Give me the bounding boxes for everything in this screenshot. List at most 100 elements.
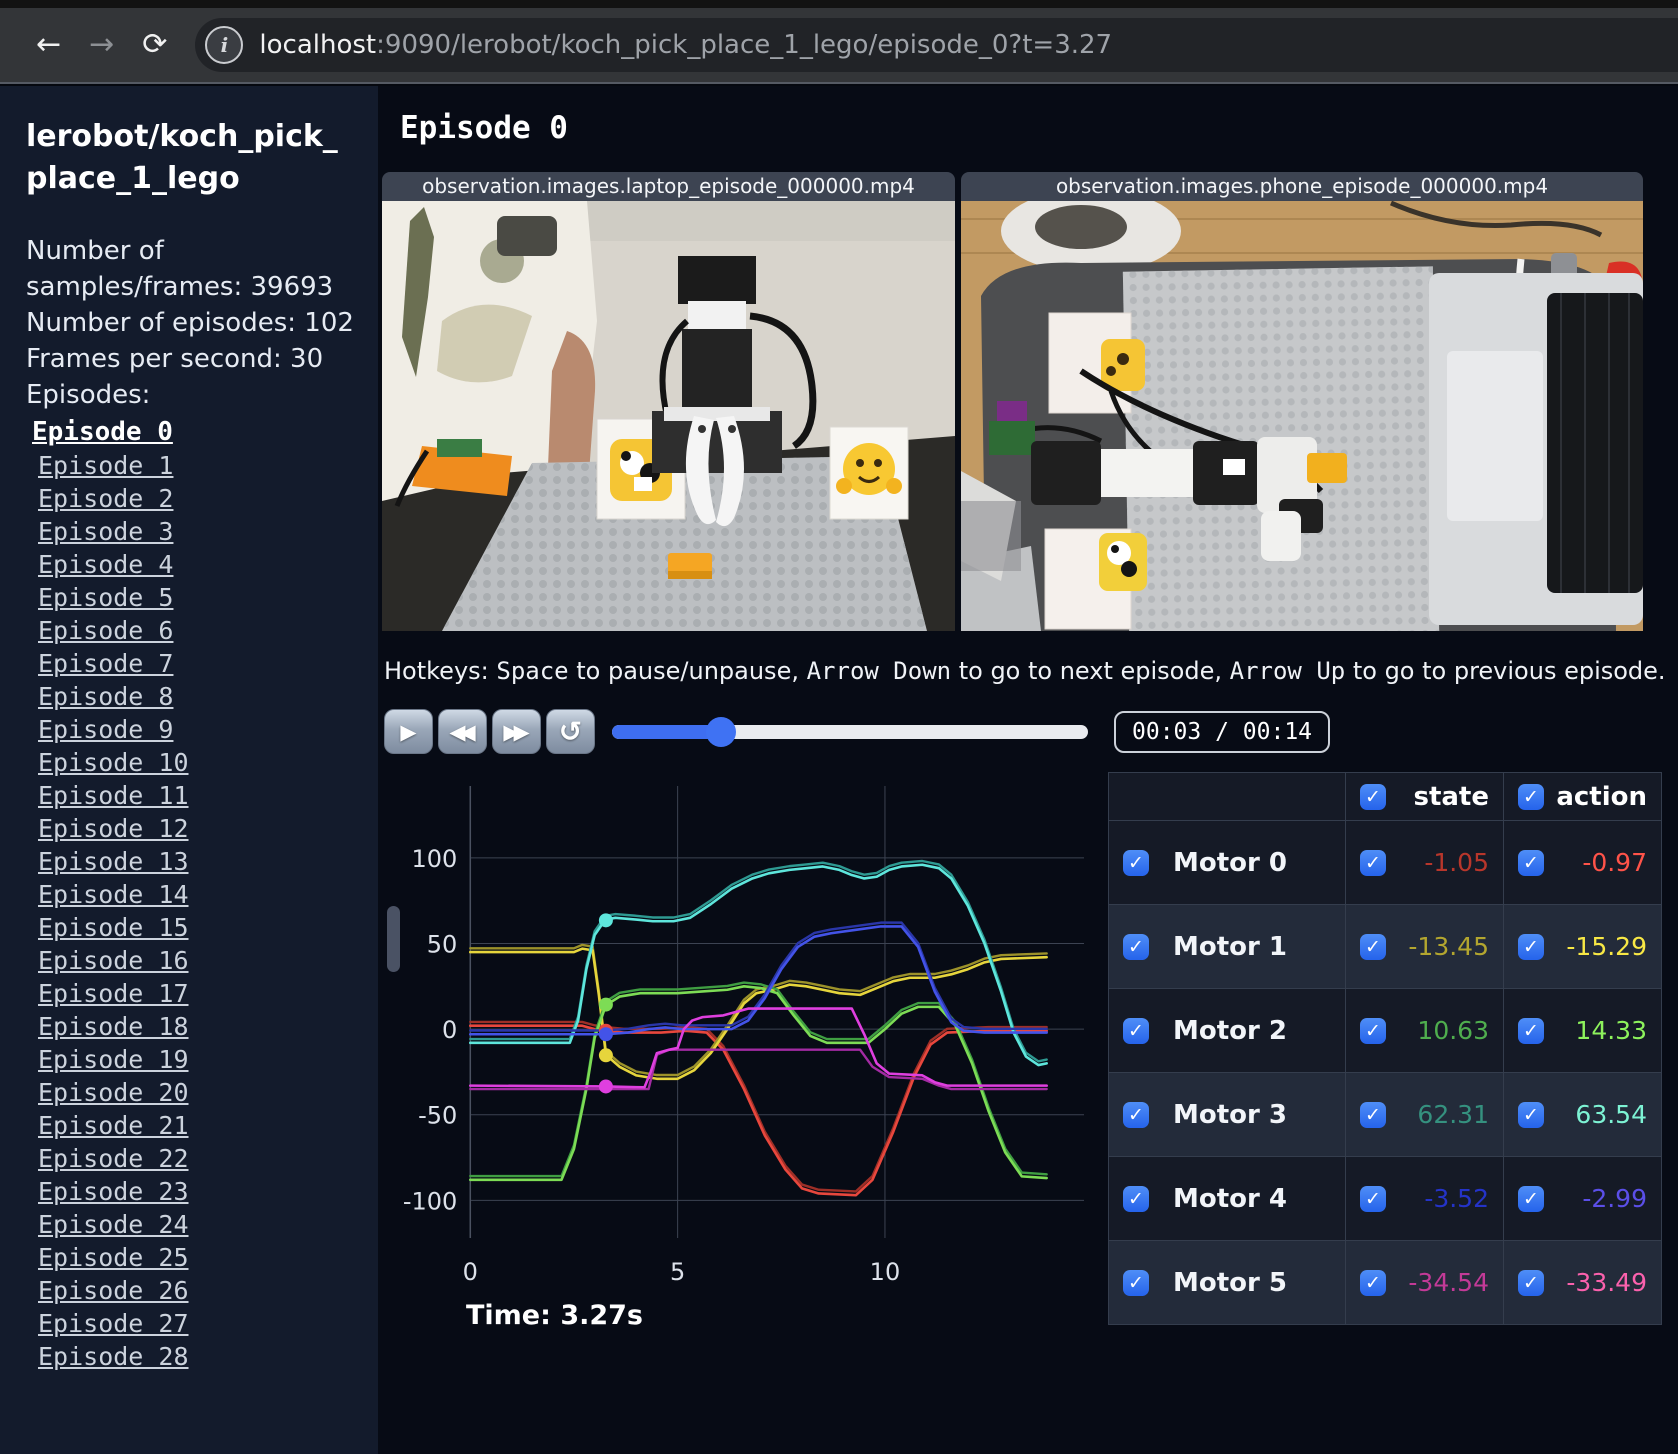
video-phone-camera[interactable]: observation.images.phone_episode_000000.… xyxy=(961,172,1643,631)
motor-chart-svg: 100 50 0 -50 -100 0 5 10 Time: 3.27s xyxy=(403,786,1084,1331)
site-info-icon[interactable]: i xyxy=(205,26,244,64)
action-header-label: action xyxy=(1556,781,1647,812)
sidebar-episode-link[interactable]: Episode 13 xyxy=(38,845,189,878)
checkbox[interactable]: ✓ xyxy=(1518,849,1544,876)
sidebar-episode-link[interactable]: Episode 28 xyxy=(38,1340,189,1373)
sidebar: lerobot/koch_pick_place_1_lego Number of… xyxy=(0,86,378,1454)
motor-row: ✓ Motor 5 ✓ -34.54 ✓ -33.49 xyxy=(1108,1240,1662,1325)
sidebar-episode-link[interactable]: Episode 3 xyxy=(38,515,173,548)
checkbox[interactable]: ✓ xyxy=(1518,1017,1544,1044)
sidebar-episode-link[interactable]: Episode 0 xyxy=(32,416,173,449)
address-bar[interactable]: i localhost :9090/lerobot/koch_pick_plac… xyxy=(195,18,1678,72)
chart-and-table-row: 100 50 0 -50 -100 0 5 10 Time: 3.27s ✓ state xyxy=(382,772,1678,1342)
rewind-button[interactable]: ◀◀ xyxy=(438,709,487,754)
stat-episodes: Number of episodes: 102 xyxy=(26,307,354,338)
motor-name-cell: ✓ Motor 5 xyxy=(1108,1240,1346,1325)
sidebar-episode-link[interactable]: Episode 22 xyxy=(38,1142,189,1175)
checkbox[interactable]: ✓ xyxy=(1518,1185,1544,1212)
state-column-checkbox[interactable]: ✓ xyxy=(1360,783,1386,810)
fast-forward-button[interactable]: ▶▶ xyxy=(492,709,541,754)
sidebar-episode-link[interactable]: Episode 7 xyxy=(38,647,173,680)
checkbox[interactable]: ✓ xyxy=(1123,1017,1149,1044)
checkbox[interactable]: ✓ xyxy=(1360,1017,1386,1044)
playback-controls: ▶ ◀◀ ▶▶ ↺ 00:03 / 00:14 xyxy=(384,709,1678,754)
motor-name-header-cell xyxy=(1108,772,1346,821)
state-header-label: state xyxy=(1413,781,1489,812)
motor-name-cell: ✓ Motor 3 xyxy=(1108,1072,1346,1157)
hotkeys-mid2: to go to next episode, xyxy=(951,657,1230,685)
video-phone-title: observation.images.phone_episode_000000.… xyxy=(961,172,1643,201)
sidebar-episode-link[interactable]: Episode 14 xyxy=(38,878,189,911)
page-content: lerobot/koch_pick_place_1_lego Number of… xyxy=(0,86,1678,1454)
url-host: localhost xyxy=(259,30,377,60)
checkbox[interactable]: ✓ xyxy=(1518,933,1544,960)
sidebar-episode-link[interactable]: Episode 16 xyxy=(38,944,189,977)
sidebar-episode-link[interactable]: Episode 2 xyxy=(38,482,173,515)
seek-slider[interactable] xyxy=(612,716,1088,747)
action-value-cell: ✓ -2.99 xyxy=(1503,1156,1662,1241)
checkbox[interactable]: ✓ xyxy=(1123,933,1149,960)
sidebar-episode-link[interactable]: Episode 5 xyxy=(38,581,173,614)
motor-name-cell: ✓ Motor 1 xyxy=(1108,904,1346,989)
sidebar-episode-link[interactable]: Episode 8 xyxy=(38,680,173,713)
checkbox[interactable]: ✓ xyxy=(1518,1101,1544,1128)
main-panel: Episode 0 observation.images.laptop_epis… xyxy=(378,86,1678,1454)
sidebar-episode-link[interactable]: Episode 18 xyxy=(38,1010,189,1043)
motor-row: ✓ Motor 2 ✓ 10.63 ✓ 14.33 xyxy=(1108,988,1662,1073)
action-value: -15.29 xyxy=(1566,932,1647,961)
sidebar-episode-link[interactable]: Episode 9 xyxy=(38,713,173,746)
checkbox[interactable]: ✓ xyxy=(1518,1269,1544,1296)
hotkeys-help: Hotkeys: Space to pause/unpause, Arrow D… xyxy=(384,657,1678,685)
sidebar-episode-link[interactable]: Episode 23 xyxy=(38,1175,189,1208)
back-icon[interactable]: ← xyxy=(22,24,75,66)
checkbox[interactable]: ✓ xyxy=(1123,849,1149,876)
sidebar-episode-link[interactable]: Episode 21 xyxy=(38,1109,189,1142)
sidebar-episode-link[interactable]: Episode 17 xyxy=(38,977,189,1010)
browser-chrome: ← → ⟳ i localhost :9090/lerobot/koch_pic… xyxy=(0,0,1678,86)
sidebar-episode-link[interactable]: Episode 6 xyxy=(38,614,173,647)
action-column-checkbox[interactable]: ✓ xyxy=(1518,783,1544,810)
play-button[interactable]: ▶ xyxy=(384,709,433,754)
checkbox[interactable]: ✓ xyxy=(1123,1269,1149,1296)
state-value-cell: ✓ -13.45 xyxy=(1345,904,1504,989)
checkbox[interactable]: ✓ xyxy=(1360,1185,1386,1212)
reload-icon[interactable]: ⟳ xyxy=(128,24,181,66)
loop-icon: ↺ xyxy=(558,715,583,748)
checkbox[interactable]: ✓ xyxy=(1360,1269,1386,1296)
state-value: -34.54 xyxy=(1408,1268,1489,1297)
motor-row: ✓ Motor 1 ✓ -13.45 ✓ -15.29 xyxy=(1108,904,1662,989)
sidebar-episode-link[interactable]: Episode 19 xyxy=(38,1043,189,1076)
state-value: -13.45 xyxy=(1408,932,1489,961)
sidebar-episode-link[interactable]: Episode 27 xyxy=(38,1307,189,1340)
video-laptop-camera[interactable]: observation.images.laptop_episode_000000… xyxy=(382,172,955,631)
video-laptop-frame xyxy=(382,201,955,631)
hotkey-space: Space xyxy=(496,657,569,685)
sidebar-episode-link[interactable]: Episode 1 xyxy=(38,449,173,482)
motor-chart: 100 50 0 -50 -100 0 5 10 Time: 3.27s xyxy=(382,772,1094,1342)
sidebar-episode-link[interactable]: Episode 24 xyxy=(38,1208,189,1241)
sidebar-episode-link[interactable]: Episode 20 xyxy=(38,1076,189,1109)
checkbox[interactable]: ✓ xyxy=(1123,1185,1149,1212)
checkbox[interactable]: ✓ xyxy=(1360,849,1386,876)
seek-slider-thumb[interactable] xyxy=(706,716,737,747)
action-value-cell: ✓ 63.54 xyxy=(1503,1072,1662,1157)
sidebar-episode-link[interactable]: Episode 26 xyxy=(38,1274,189,1307)
stat-samples: Number of samples/frames: 39693 xyxy=(26,236,334,302)
sidebar-episode-link[interactable]: Episode 12 xyxy=(38,812,189,845)
sidebar-episode-link[interactable]: Episode 4 xyxy=(38,548,173,581)
sidebar-episode-link[interactable]: Episode 25 xyxy=(38,1241,189,1274)
sidebar-episode-link[interactable]: Episode 15 xyxy=(38,911,189,944)
checkbox[interactable]: ✓ xyxy=(1360,1101,1386,1128)
dataset-title: lerobot/koch_pick_place_1_lego xyxy=(26,119,338,196)
loop-button[interactable]: ↺ xyxy=(546,709,595,754)
sidebar-episode-link[interactable]: Episode 10 xyxy=(38,746,189,779)
state-value: 10.63 xyxy=(1417,1016,1489,1045)
motor-name-label: Motor 3 xyxy=(1173,1099,1287,1130)
scrollbar-thumb[interactable] xyxy=(387,906,400,972)
checkbox[interactable]: ✓ xyxy=(1360,933,1386,960)
forward-icon[interactable]: → xyxy=(75,24,128,66)
svg-text:100: 100 xyxy=(411,845,457,873)
fast-forward-icon: ▶▶ xyxy=(503,719,529,744)
checkbox[interactable]: ✓ xyxy=(1123,1101,1149,1128)
sidebar-episode-link[interactable]: Episode 11 xyxy=(38,779,189,812)
